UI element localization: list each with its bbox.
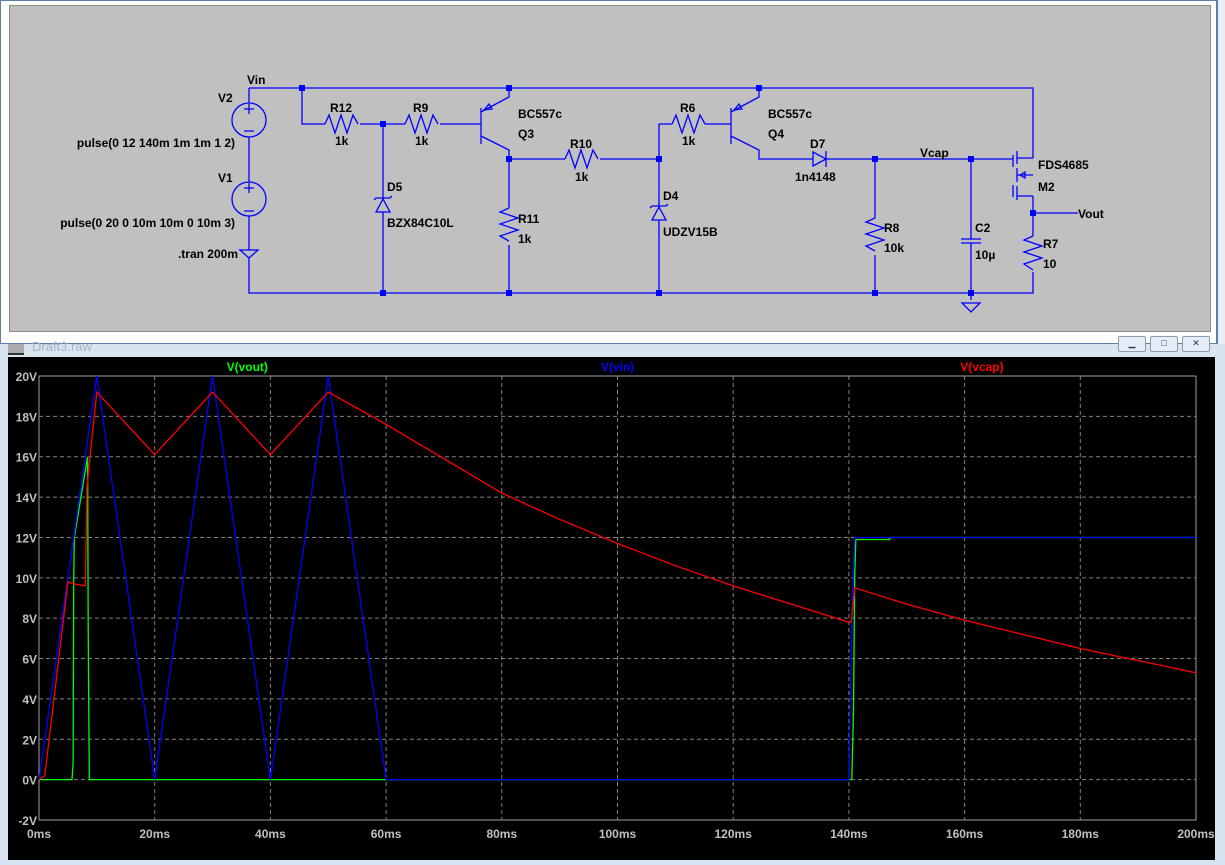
d4-value: UDZV15B	[663, 225, 718, 239]
m2-value: FDS4685	[1038, 158, 1089, 172]
resistor-r7[interactable]	[1021, 235, 1045, 271]
r12-value: 1k	[335, 134, 349, 148]
x-tick-label: 160ms	[946, 827, 984, 841]
y-tick-label: 12V	[16, 531, 37, 545]
zener-d5[interactable]	[373, 195, 393, 213]
voltage-source-v1[interactable]	[231, 181, 267, 217]
v2-value: pulse(0 12 140m 1m 1m 1 2)	[77, 136, 235, 150]
x-tick-label: 140ms	[830, 827, 868, 841]
y-tick-label: 18V	[16, 410, 37, 424]
r8-value: 10k	[884, 241, 904, 255]
waveform-chart[interactable]: 0ms 20ms 40ms 60ms 80ms 100ms 120ms 140ms 160ms 1…	[8, 357, 1215, 860]
close-button[interactable]: ✕	[1182, 336, 1210, 352]
r6-value: 1k	[682, 134, 696, 148]
resistor-r6[interactable]	[671, 112, 706, 136]
net-label-vin: Vin	[247, 73, 265, 87]
v1-name: V1	[218, 171, 233, 185]
x-tick-label: 0ms	[27, 827, 51, 841]
y-tick-label: 6V	[22, 653, 37, 667]
r11-name: R11	[518, 212, 540, 226]
q3-name: Q3	[518, 127, 534, 141]
q3-value: BC557c	[518, 107, 562, 121]
m2-name: M2	[1038, 180, 1055, 194]
minimize-button[interactable]: ▁	[1118, 336, 1146, 352]
q4-name: Q4	[768, 127, 784, 141]
d7-name: D7	[810, 137, 826, 151]
y-tick-label: 16V	[16, 451, 37, 465]
y-tick-label: 8V	[22, 612, 37, 626]
y-tick-label: 0V	[22, 774, 37, 788]
legend-vvout[interactable]: V(vout)	[227, 360, 268, 374]
v2-name: V2	[218, 91, 233, 105]
x-tick-label: 40ms	[255, 827, 286, 841]
r9-value: 1k	[415, 134, 429, 148]
maximize-button[interactable]: □	[1150, 336, 1178, 352]
q4-value: BC557c	[768, 107, 812, 121]
v1-value: pulse(0 20 0 10m 10m 0 10m 3)	[60, 216, 235, 230]
y-tick-label: 4V	[22, 693, 37, 707]
x-tick-label: 60ms	[371, 827, 402, 841]
waveform-window-icon	[8, 344, 24, 355]
zener-d4[interactable]	[649, 203, 669, 221]
legend-vvin[interactable]: V(vin)	[601, 360, 634, 374]
net-label-vcap: Vcap	[920, 146, 949, 160]
legend-vvcap[interactable]: V(vcap)	[960, 360, 1003, 374]
d5-name: D5	[387, 180, 403, 194]
c2-name: C2	[975, 221, 991, 235]
resistor-r9[interactable]	[404, 112, 439, 136]
x-tick-label: 120ms	[715, 827, 753, 841]
x-tick-label: 100ms	[599, 827, 637, 841]
y-tick-label: 10V	[16, 572, 37, 586]
d4-name: D4	[663, 189, 679, 203]
pnp-arrow-icon	[732, 102, 744, 111]
voltage-source-v2[interactable]	[231, 102, 267, 138]
c2-value: 10µ	[975, 248, 995, 262]
waveform-window: Draft3.raw ▁ □ ✕ 0ms 20ms 40ms 60ms 80ms 100m…	[0, 336, 1225, 860]
diode-d7[interactable]	[812, 150, 828, 168]
y-tick-label: 2V	[22, 733, 37, 747]
pnp-arrow-icon	[482, 102, 494, 111]
r8-name: R8	[884, 221, 900, 235]
resistor-r8[interactable]	[863, 217, 887, 252]
x-tick-label: 80ms	[486, 827, 517, 841]
r11-value: 1k	[518, 232, 532, 246]
r10-name: R10	[570, 137, 592, 151]
y-tick-label: 20V	[16, 370, 37, 384]
waveform-window-title: Draft3.raw	[32, 339, 92, 354]
y-tick-label: -2V	[18, 814, 37, 828]
schematic-drawing: Vin V2 pulse(0 12 140m 1m 1m 1 2) V1 pul…	[60, 73, 1104, 313]
r7-name: R7	[1043, 237, 1059, 251]
plot-pane[interactable]: 0ms 20ms 40ms 60ms 80ms 100ms 120ms 140ms 160ms 1…	[8, 357, 1215, 860]
ground-icon	[238, 249, 260, 259]
tran-directive[interactable]: .tran 200m	[178, 247, 238, 261]
x-tick-label: 180ms	[1062, 827, 1100, 841]
d5-value: BZX84C10L	[387, 216, 454, 230]
resistor-r10[interactable]	[564, 147, 599, 171]
r7-value: 10	[1043, 257, 1057, 271]
ground-icon	[960, 302, 982, 313]
r10-value: 1k	[575, 170, 589, 184]
net-label-vout: Vout	[1078, 207, 1104, 221]
d7-value: 1n4148	[795, 170, 836, 184]
resistor-r11[interactable]	[497, 207, 521, 242]
y-tick-label: 14V	[16, 491, 37, 505]
r9-name: R9	[413, 101, 429, 115]
r6-name: R6	[680, 101, 696, 115]
r12-name: R12	[330, 101, 352, 115]
x-tick-label: 20ms	[139, 827, 170, 841]
x-tick-label: 200ms	[1177, 827, 1215, 841]
resistor-r12[interactable]	[324, 112, 359, 136]
